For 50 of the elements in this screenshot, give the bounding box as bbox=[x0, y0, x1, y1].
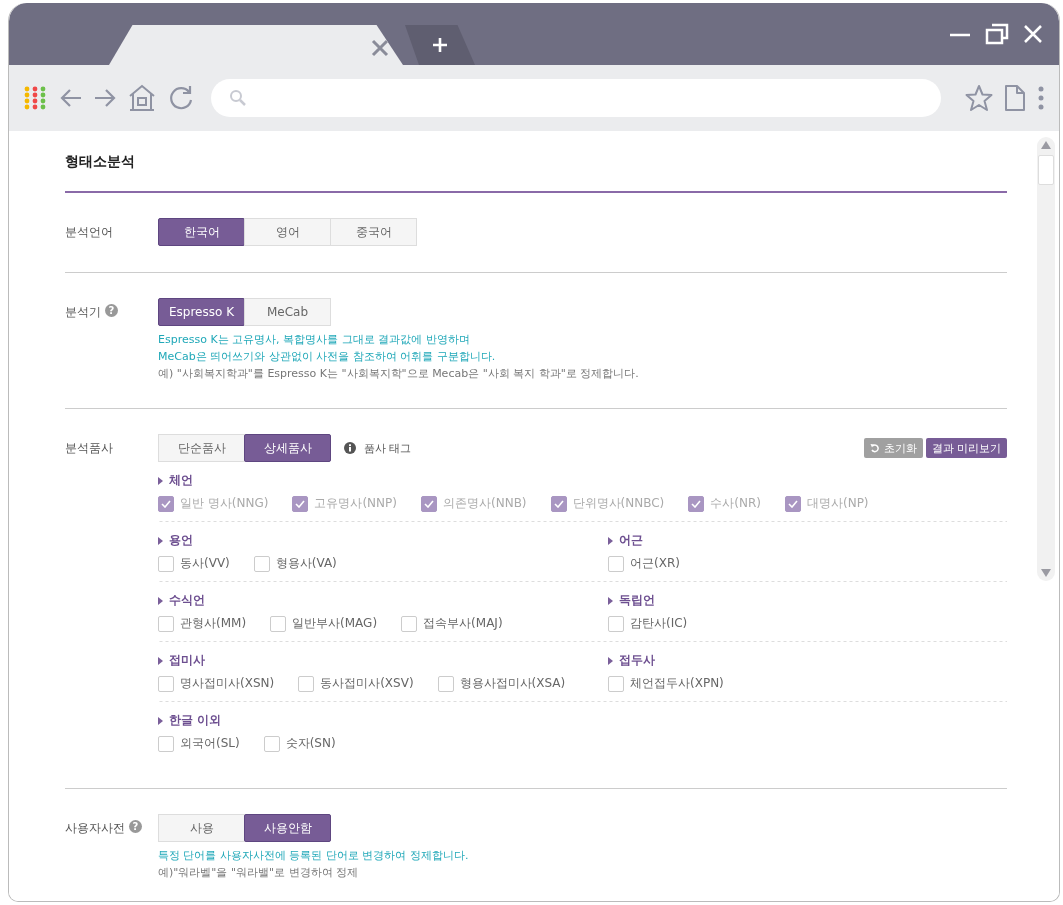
help-icon[interactable]: ? bbox=[105, 304, 118, 317]
preview-button[interactable]: 결과 미리보기 bbox=[925, 438, 1007, 458]
checkbox-label: 외국어(SL) bbox=[180, 735, 240, 752]
description-text: 예)"워라벨"을 "워라밸"로 변경하여 정제 bbox=[158, 865, 360, 881]
checkbox-label: 일반부사(MAG) bbox=[292, 615, 378, 632]
description-text: 예) "사회복지학과"를 Espresso K는 "사회복지학"으로 Mecab은 "사회 복지 학과"로 정제합니다. bbox=[158, 366, 640, 382]
field-label: 분석기 bbox=[65, 304, 101, 321]
pos-tag-link[interactable]: 품사 태그 bbox=[364, 440, 412, 456]
segment-button[interactable]: 한국어 bbox=[158, 218, 245, 246]
checkbox-label: 접속부사(MAJ) bbox=[423, 615, 503, 632]
help-icon[interactable]: ? bbox=[129, 820, 142, 833]
checkbox-label: 관형사(MM) bbox=[180, 615, 247, 632]
checkbox-label: 의존명사(NNB) bbox=[443, 495, 527, 512]
group-title: 접두사 bbox=[619, 652, 655, 669]
segment-button[interactable]: MeCab bbox=[244, 298, 331, 326]
checkbox-label: 명사접미사(XSN) bbox=[180, 675, 275, 692]
description-text: Espresso K는 고유명사, 복합명사를 그대로 결과값에 반영하며 bbox=[158, 332, 471, 348]
group-title: 용언 bbox=[169, 532, 193, 549]
group-title: 체언 bbox=[169, 472, 193, 489]
field-label: 사용자사전 bbox=[65, 820, 125, 837]
checkbox-label: 감탄사(IC) bbox=[630, 615, 688, 632]
checkbox-label: 형용사(VA) bbox=[275, 555, 337, 572]
group-title: 어근 bbox=[619, 532, 643, 549]
group-title: 수식언 bbox=[169, 592, 205, 609]
group-title: 한글 이외 bbox=[169, 712, 222, 729]
checkbox-label: 어근(XR) bbox=[630, 555, 680, 572]
checkbox-label: 단위명사(NNBC) bbox=[572, 495, 665, 512]
checkbox-label: 고유명사(NNP) bbox=[314, 495, 397, 512]
segment-button[interactable]: 영어 bbox=[244, 218, 331, 246]
field-label: 분석품사 bbox=[65, 440, 114, 457]
group-title: 접미사 bbox=[169, 652, 205, 669]
checkbox-label: 동사(VV) bbox=[180, 555, 230, 572]
checkbox-label: 형용사접미사(XSA) bbox=[459, 675, 566, 692]
segment-button[interactable]: 사용안함 bbox=[244, 814, 331, 842]
segment-button[interactable]: 단순품사 bbox=[158, 434, 245, 462]
checkbox-label: 수사(NR) bbox=[710, 495, 761, 512]
description-text: 특정 단어를 사용자사전에 등록된 단어로 변경하여 정제합니다. bbox=[158, 848, 470, 864]
checkbox-label: 대명사(NP) bbox=[806, 495, 869, 512]
page-title: 형태소분석 bbox=[65, 149, 1007, 193]
description-text: MeCab은 띄어쓰기와 상관없이 사전을 참조하여 어휘를 구분합니다. bbox=[158, 349, 497, 365]
segment-button[interactable]: 중국어 bbox=[330, 218, 417, 246]
segment-button[interactable]: 상세품사 bbox=[244, 434, 331, 462]
field-label: 분석언어 bbox=[65, 224, 114, 241]
group-title: 독립언 bbox=[619, 592, 655, 609]
segment-button[interactable]: Espresso K bbox=[158, 298, 245, 326]
checkbox-label: 일반 명사(NNG) bbox=[180, 495, 269, 512]
segment-button[interactable]: 사용 bbox=[158, 814, 245, 842]
checkbox-label: 동사접미사(XSV) bbox=[320, 675, 414, 692]
checkbox-label: 숫자(SN) bbox=[285, 735, 336, 752]
checkbox-label: 체언접두사(XPN) bbox=[630, 675, 724, 692]
